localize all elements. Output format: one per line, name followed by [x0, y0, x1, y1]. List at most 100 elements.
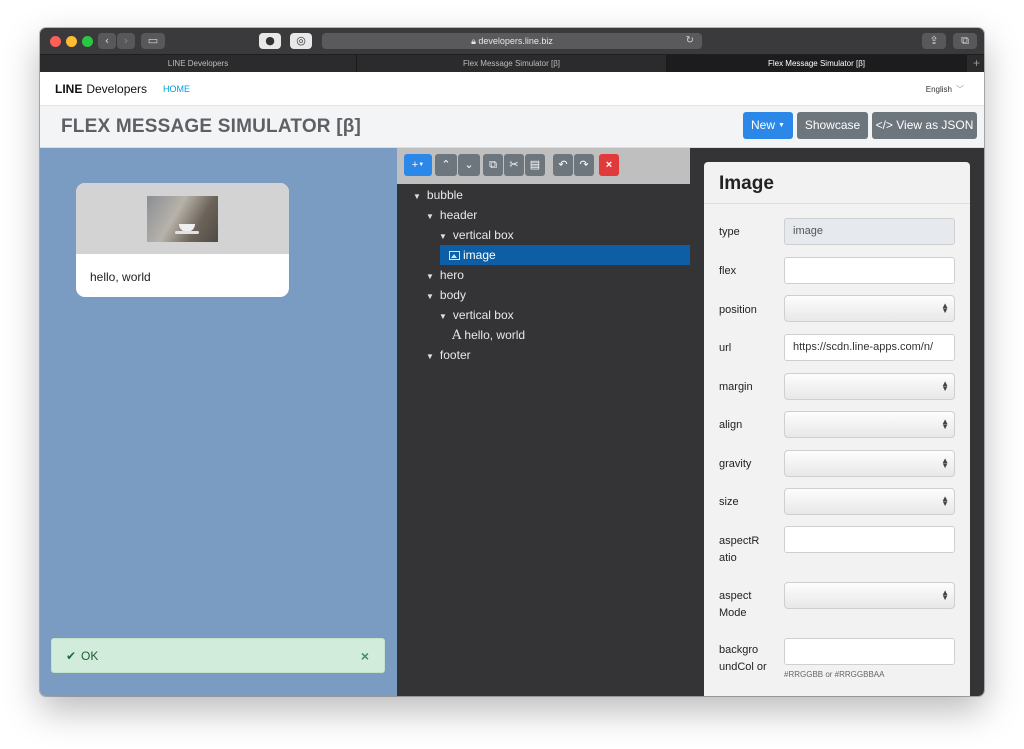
margin-select[interactable]: ▲ ▼	[784, 373, 955, 400]
status-alert: ✔ OK ×	[51, 638, 385, 673]
background-color-input[interactable]	[784, 638, 955, 665]
cut-icon[interactable]: ✂	[504, 154, 524, 176]
tree-item-hero[interactable]: ▼ hero	[426, 265, 464, 285]
zoom-window-button[interactable]	[82, 36, 93, 47]
align-select[interactable]: ▲ ▼	[784, 411, 955, 438]
align-label: align	[719, 419, 743, 431]
language-selector[interactable]: English ﹀	[926, 84, 964, 95]
tab-flex-simulator-2[interactable]: Flex Message Simulator [β]	[667, 55, 967, 73]
brand-logo[interactable]: LINE Developers	[55, 82, 147, 96]
paste-icon[interactable]: ▤	[525, 154, 545, 176]
gravity-select[interactable]: ▲ ▼	[784, 450, 955, 477]
properties-title: Image	[704, 162, 970, 204]
caret-down-icon: ▼	[426, 292, 434, 301]
tree-item-text[interactable]: Ahello, world	[452, 325, 525, 345]
tree-item-label: vertical box	[452, 308, 514, 322]
bubble-body-text: hello, world	[90, 270, 151, 284]
home-link[interactable]: HOME	[163, 84, 190, 94]
caret-down-icon: ▼	[439, 232, 447, 241]
bubble-preview[interactable]: hello, world	[76, 183, 289, 297]
properties-panel: Image type image flex position ▲ ▼ url ht…	[704, 162, 970, 696]
move-up-icon[interactable]: ⌃	[435, 154, 457, 176]
close-window-button[interactable]	[50, 36, 61, 47]
size-label: size	[719, 496, 739, 508]
check-icon: ✔	[66, 649, 77, 663]
tree-item-label: bubble	[426, 188, 463, 202]
simulator-header: FLEX MESSAGE SIMULATOR [β] New ▼ Showcase…	[40, 106, 984, 148]
tree-item-body[interactable]: ▼ body	[426, 285, 466, 305]
reload-icon[interactable]: ↻	[686, 33, 694, 49]
text-icon: A	[452, 328, 462, 343]
title-bar: ‹ › ▭ ● ◎ 🔒︎ developers.line.biz ↻ ⇪ ⧉	[40, 28, 984, 54]
coffee-image	[147, 196, 218, 242]
address-text: developers.line.biz	[478, 36, 553, 46]
language-label: English	[925, 85, 952, 94]
minimize-window-button[interactable]	[66, 36, 77, 47]
background-color-hint: #RRGGBB or #RRGGBBAA	[784, 670, 885, 679]
tab-flex-simulator-1[interactable]: Flex Message Simulator [β]	[357, 55, 667, 73]
caret-down-icon: ▼	[439, 312, 447, 321]
tree-item-bubble[interactable]: ▼ bubble	[413, 185, 463, 205]
gravity-label: gravity	[719, 458, 752, 470]
select-arrows-icon: ▲ ▼	[941, 588, 949, 602]
flex-label: flex	[719, 265, 737, 277]
address-bar[interactable]: 🔒︎ developers.line.biz ↻	[322, 33, 702, 49]
tree-item-label: header	[439, 208, 478, 222]
tree-item-header[interactable]: ▼ header	[426, 205, 477, 225]
back-icon[interactable]: ‹	[98, 33, 116, 49]
move-down-icon[interactable]: ⌄	[458, 154, 480, 176]
aspect-mode-label: aspect Mode	[719, 590, 752, 619]
select-arrows-icon: ▲ ▼	[941, 494, 949, 508]
forward-icon[interactable]: ›	[117, 33, 135, 49]
redo-icon[interactable]: ↷	[574, 154, 594, 176]
showcase-button[interactable]: Showcase	[797, 112, 868, 139]
undo-icon[interactable]: ↶	[553, 154, 573, 176]
delete-icon[interactable]: ×	[599, 154, 619, 176]
close-icon[interactable]: ×	[361, 648, 369, 664]
select-arrows-icon: ▲ ▼	[941, 301, 949, 315]
new-tab-icon[interactable]: +	[973, 55, 980, 72]
caret-down-icon: ▼	[426, 272, 434, 281]
extension-icon[interactable]: ●	[259, 33, 281, 49]
bubble-header	[76, 183, 289, 254]
add-icon[interactable]: +▼	[404, 154, 432, 176]
tree-item-body-box[interactable]: ▼ vertical box	[439, 305, 514, 325]
share-icon[interactable]: ⇪	[922, 33, 946, 49]
image-icon	[449, 251, 460, 260]
aspect-ratio-input[interactable]	[784, 526, 955, 553]
new-button[interactable]: New ▼	[743, 112, 793, 139]
url-label: url	[719, 342, 732, 354]
sidebar-toggle-icon[interactable]: ▭	[141, 33, 165, 49]
brand-light: Developers	[86, 82, 148, 96]
tree-item-header-box[interactable]: ▼ vertical box	[439, 225, 514, 245]
view-json-button[interactable]: </> View as JSON	[872, 112, 977, 139]
position-select[interactable]: ▲ ▼	[784, 295, 955, 322]
chevron-down-icon: ﹀	[956, 85, 964, 94]
margin-label: margin	[719, 381, 753, 393]
tab-line-developers[interactable]: LINE Developers	[40, 55, 357, 73]
copy-icon[interactable]: ⧉	[483, 154, 503, 176]
component-tree: +▼ ⌃ ⌄ ⧉ ✂ ▤ ↶ ↷ × ▼ bubble ▼ header ▼ vert…	[397, 148, 690, 696]
tab-bar: LINE Developers Flex Message Simulator […	[40, 54, 984, 73]
flex-input[interactable]	[784, 257, 955, 284]
aspect-mode-select[interactable]: ▲ ▼	[784, 582, 955, 609]
privacy-icon[interactable]: ◎	[290, 33, 312, 49]
tree-item-footer[interactable]: ▼ footer	[426, 345, 471, 365]
url-input[interactable]: https://scdn.line-apps.com/n/	[784, 334, 955, 361]
preview-pane: hello, world ✔ OK ×	[40, 148, 397, 696]
size-select[interactable]: ▲ ▼	[784, 488, 955, 515]
tree-item-image[interactable]: image	[449, 245, 496, 265]
brand-bold: LINE	[55, 82, 83, 96]
browser-window: ‹ › ▭ ● ◎ 🔒︎ developers.line.biz ↻ ⇪ ⧉ L…	[40, 28, 984, 696]
position-label: position	[719, 304, 757, 316]
select-arrows-icon: ▲ ▼	[941, 456, 949, 470]
status-text: OK	[81, 649, 99, 663]
aspect-ratio-label: aspectR atio	[719, 535, 760, 564]
select-arrows-icon: ▲ ▼	[941, 417, 949, 431]
tabs-overview-icon[interactable]: ⧉	[953, 33, 977, 49]
tree-item-label: footer	[439, 348, 471, 362]
caret-down-icon: ▼	[426, 212, 434, 221]
caret-down-icon: ▼	[413, 192, 421, 201]
page-title: FLEX MESSAGE SIMULATOR [β]	[61, 116, 362, 137]
tree-toolbar: +▼ ⌃ ⌄ ⧉ ✂ ▤ ↶ ↷ ×	[397, 148, 690, 184]
